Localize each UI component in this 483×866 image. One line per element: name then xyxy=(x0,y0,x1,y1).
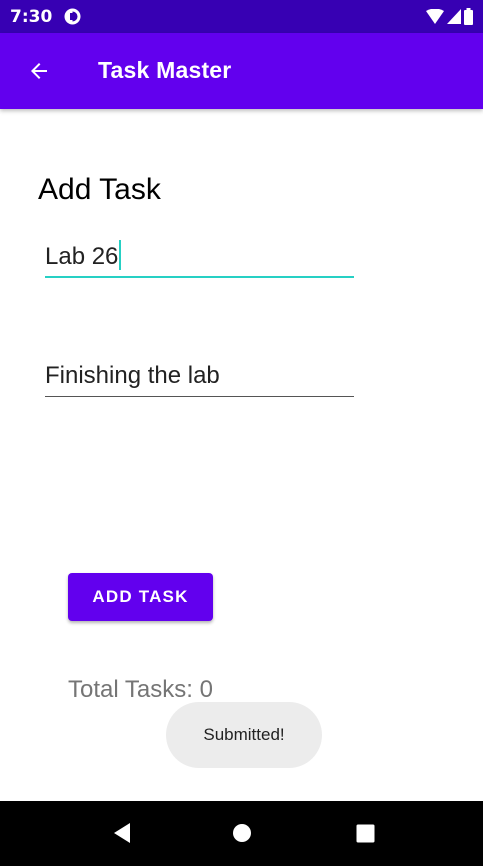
task-description-value: Finishing the lab xyxy=(45,362,220,389)
task-title-value: Lab 26 xyxy=(45,240,122,271)
status-icons xyxy=(426,8,473,25)
nav-home-icon xyxy=(233,824,251,842)
nav-recents-icon xyxy=(356,824,374,842)
nav-back-button[interactable] xyxy=(110,821,134,845)
cellular-signal-icon xyxy=(447,9,461,24)
total-tasks-label: Total Tasks: 0 xyxy=(68,676,213,703)
battery-icon xyxy=(464,8,473,25)
task-description-underline xyxy=(45,396,354,397)
nav-home-button[interactable] xyxy=(230,821,254,845)
add-task-heading: Add Task xyxy=(38,173,161,206)
screen: 7:30 Task Master Add Task Lab 26 Finishi… xyxy=(0,0,483,866)
toast-message: Submitted! xyxy=(166,702,322,768)
status-time: 7:30 xyxy=(10,7,53,27)
wifi-icon xyxy=(426,9,444,24)
app-bar: Task Master xyxy=(0,33,483,109)
add-task-button[interactable]: ADD TASK xyxy=(68,573,213,621)
nav-recents-button[interactable] xyxy=(353,821,377,845)
app-title: Task Master xyxy=(98,57,232,83)
back-button[interactable] xyxy=(18,50,60,92)
text-cursor xyxy=(119,240,122,270)
task-description-input[interactable]: Finishing the lab xyxy=(45,353,354,397)
task-title-underline xyxy=(45,276,354,278)
arrow-back-icon xyxy=(31,63,47,79)
task-title-input[interactable]: Lab 26 xyxy=(45,234,354,278)
nav-back-icon xyxy=(114,823,130,843)
app-notification-icon xyxy=(64,8,81,25)
navigation-bar xyxy=(0,801,483,866)
status-bar: 7:30 xyxy=(0,0,483,33)
